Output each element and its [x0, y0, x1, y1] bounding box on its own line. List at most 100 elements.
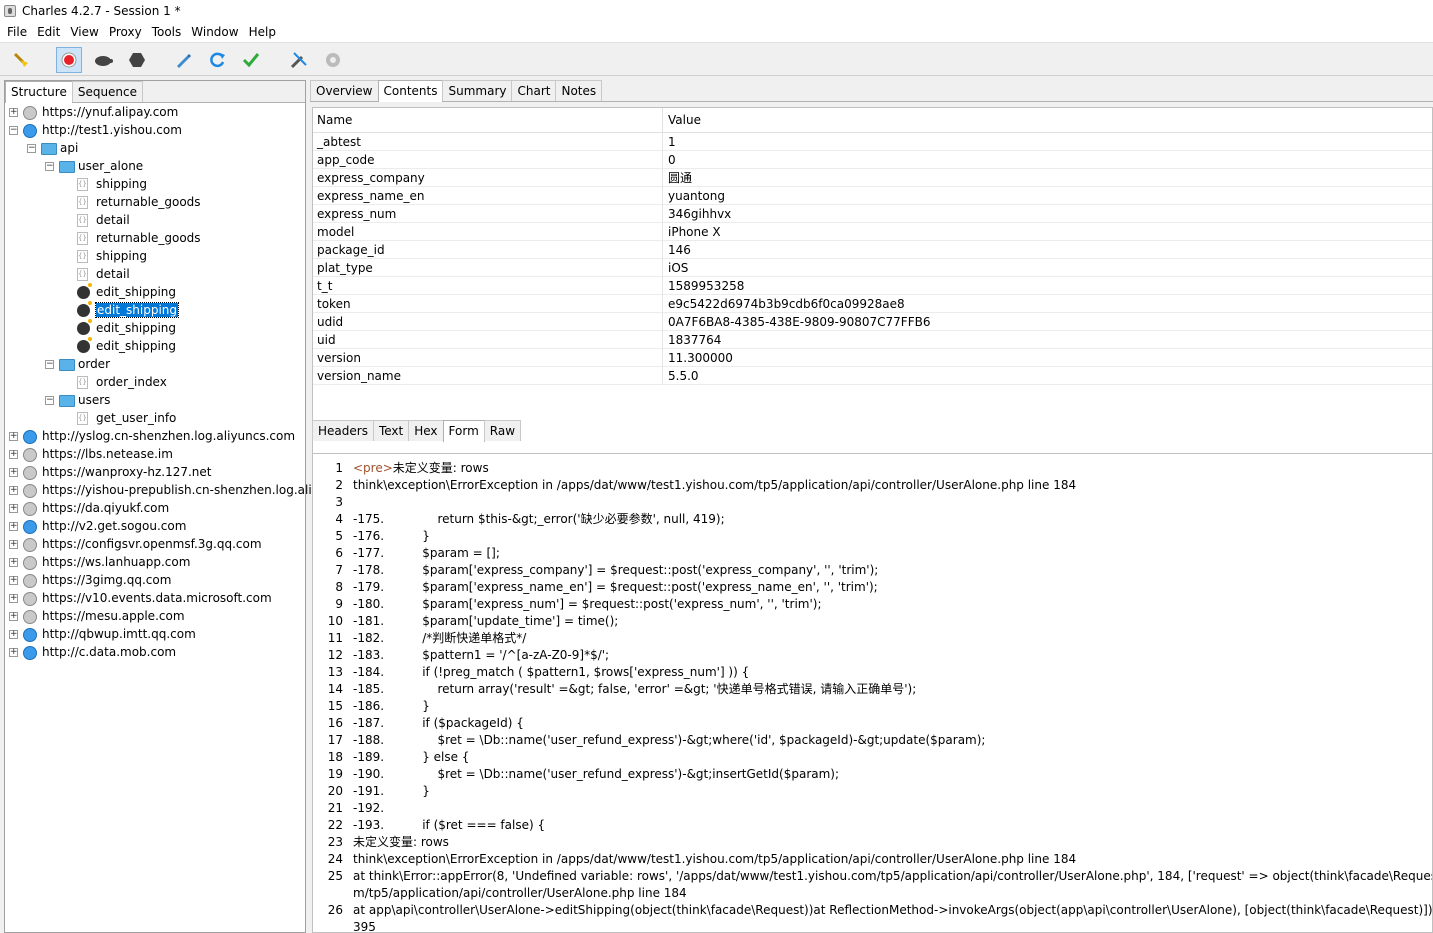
collapse-icon[interactable]: − — [45, 360, 54, 369]
tree-node[interactable]: + https://lbs.netease.im — [5, 446, 305, 464]
table-row[interactable]: express_company 圆通 — [313, 168, 1432, 187]
column-header-value[interactable]: Value — [663, 113, 701, 127]
table-row[interactable]: udid 0A7F6BA8-4385-438E-9809-90807C77FFB6 — [313, 312, 1432, 331]
tree-node[interactable]: {} order_index — [5, 374, 305, 392]
table-row[interactable]: _abtest 1 — [313, 132, 1432, 151]
tree-node[interactable]: + http://v2.get.sogou.com — [5, 518, 305, 536]
tab-summary[interactable]: Summary — [442, 80, 513, 101]
collapse-icon[interactable]: − — [9, 126, 18, 135]
tree-node[interactable]: {} returnable_goods — [5, 194, 305, 212]
tree-node[interactable]: edit_shipping — [5, 283, 305, 302]
compose-pen-icon[interactable] — [170, 47, 196, 73]
table-row[interactable]: express_num 346gihhvx — [313, 204, 1432, 223]
tree-node[interactable]: + http://yslog.cn-shenzhen.log.aliyuncs.c… — [5, 428, 305, 446]
tree-node[interactable]: {} detail — [5, 212, 305, 230]
tree-node[interactable]: + https://ynuf.alipay.com — [5, 104, 305, 122]
tab-chart[interactable]: Chart — [511, 80, 557, 101]
tree-node[interactable]: − users — [5, 392, 305, 410]
table-row[interactable]: version 11.300000 — [313, 348, 1432, 367]
tree-node[interactable]: edit_shipping — [5, 337, 305, 356]
tree-node[interactable]: − http://test1.yishou.com — [5, 122, 305, 140]
tree-node[interactable]: − api — [5, 140, 305, 158]
tree-node[interactable]: + https://configsvr.openmsf.3g.qq.com — [5, 536, 305, 554]
tree-node[interactable]: {} shipping — [5, 176, 305, 194]
menu-tools[interactable]: Tools — [147, 25, 187, 39]
tree-node[interactable]: + https://v10.events.data.microsoft.com — [5, 590, 305, 608]
tree-node[interactable]: + https://mesu.apple.com — [5, 608, 305, 626]
tree-node[interactable]: {} detail — [5, 266, 305, 284]
menu-file[interactable]: File — [2, 25, 32, 39]
tree-node[interactable]: + https://yishou-prepublish.cn-shenzhen.l… — [5, 482, 376, 500]
expand-icon[interactable]: + — [9, 558, 18, 567]
table-row[interactable]: plat_type iOS — [313, 258, 1432, 277]
tree-node[interactable]: − user_alone — [5, 158, 305, 176]
expand-icon[interactable]: + — [9, 432, 18, 441]
collapse-icon[interactable]: − — [27, 144, 36, 153]
table-row[interactable]: express_name_en yuantong — [313, 186, 1432, 205]
tab-raw[interactable]: Raw — [483, 420, 522, 441]
table-row[interactable]: package_id 146 — [313, 240, 1432, 259]
tab-contents[interactable]: Contents — [377, 80, 444, 102]
broom-icon[interactable] — [8, 47, 34, 73]
menu-window[interactable]: Window — [186, 25, 243, 39]
settings-gear-icon[interactable] — [320, 47, 346, 73]
menu-help[interactable]: Help — [244, 25, 281, 39]
tree-node[interactable]: + http://c.data.mob.com — [5, 644, 305, 662]
tab-form[interactable]: Form — [442, 420, 485, 442]
throttle-turtle-icon[interactable] — [90, 47, 116, 73]
expand-icon[interactable]: + — [9, 468, 18, 477]
table-row[interactable]: token e9c5422d6974b3b9cdb6f0ca09928ae8 — [313, 294, 1432, 313]
tree-node[interactable]: {} shipping — [5, 248, 305, 266]
expand-icon[interactable]: + — [9, 540, 18, 549]
tree-node[interactable]: − order — [5, 356, 305, 374]
table-row[interactable]: model iPhone X — [313, 222, 1432, 241]
expand-icon[interactable]: + — [9, 108, 18, 117]
tab-notes[interactable]: Notes — [555, 80, 603, 101]
expand-icon[interactable]: + — [9, 486, 18, 495]
tab-headers[interactable]: Headers — [312, 420, 374, 441]
expand-icon[interactable]: + — [9, 576, 18, 585]
error-bomb-icon — [77, 337, 92, 353]
collapse-icon[interactable]: − — [45, 162, 54, 171]
menu-proxy[interactable]: Proxy — [104, 25, 147, 39]
tab-sequence[interactable]: Sequence — [71, 81, 144, 102]
repeat-refresh-icon[interactable] — [204, 47, 230, 73]
tree-node[interactable]: {} returnable_goods — [5, 230, 305, 248]
expand-icon[interactable]: + — [9, 450, 18, 459]
tree-node[interactable]: + http://qbwup.imtt.qq.com — [5, 626, 305, 644]
expand-icon[interactable]: + — [9, 648, 18, 657]
expand-icon[interactable]: + — [9, 504, 18, 513]
menu-edit[interactable]: Edit — [32, 25, 65, 39]
tab-structure[interactable]: Structure — [5, 81, 73, 103]
secure-host-icon — [23, 538, 37, 552]
validate-check-icon[interactable] — [238, 47, 264, 73]
tools-icon[interactable] — [286, 47, 312, 73]
record-icon[interactable] — [56, 47, 82, 73]
table-row[interactable]: t_t 1589953258 — [313, 276, 1432, 295]
tree-node[interactable]: + https://da.qiyukf.com — [5, 500, 305, 518]
tree-node[interactable]: + https://wanproxy-hz.127.net — [5, 464, 305, 482]
tree-node[interactable]: + https://3gimg.qq.com — [5, 572, 305, 590]
tab-text[interactable]: Text — [372, 420, 410, 441]
tree-node[interactable]: edit_shipping — [5, 301, 305, 320]
tab-hex[interactable]: Hex — [408, 420, 444, 441]
tree-node[interactable]: edit_shipping — [5, 319, 305, 338]
tree-node[interactable]: {} get_user_info — [5, 410, 305, 428]
expand-icon[interactable]: + — [9, 522, 18, 531]
table-row[interactable]: app_code 0 — [313, 150, 1432, 169]
menu-view[interactable]: View — [65, 25, 103, 39]
table-row[interactable]: uid 1837764 — [313, 330, 1432, 349]
tree-node[interactable]: + https://ws.lanhuapp.com — [5, 554, 305, 572]
breakpoints-hexagon-icon[interactable] — [124, 47, 150, 73]
expand-icon[interactable]: + — [9, 630, 18, 639]
table-row[interactable]: version_name 5.5.0 — [313, 366, 1432, 385]
collapse-icon[interactable]: − — [45, 396, 54, 405]
column-header-name[interactable]: Name — [313, 107, 663, 133]
tab-overview[interactable]: Overview — [310, 80, 379, 101]
param-value-cell: 圆通 — [668, 171, 693, 185]
response-body-viewer[interactable]: 1 <pre>未定义变量: rows 2 think\exception\ErrorE… — [312, 453, 1433, 933]
expand-icon[interactable]: + — [9, 612, 18, 621]
secure-host-icon — [23, 448, 37, 462]
line-text: -184. if (!preg_match ( $pattern1, $rows… — [353, 665, 750, 679]
expand-icon[interactable]: + — [9, 594, 18, 603]
